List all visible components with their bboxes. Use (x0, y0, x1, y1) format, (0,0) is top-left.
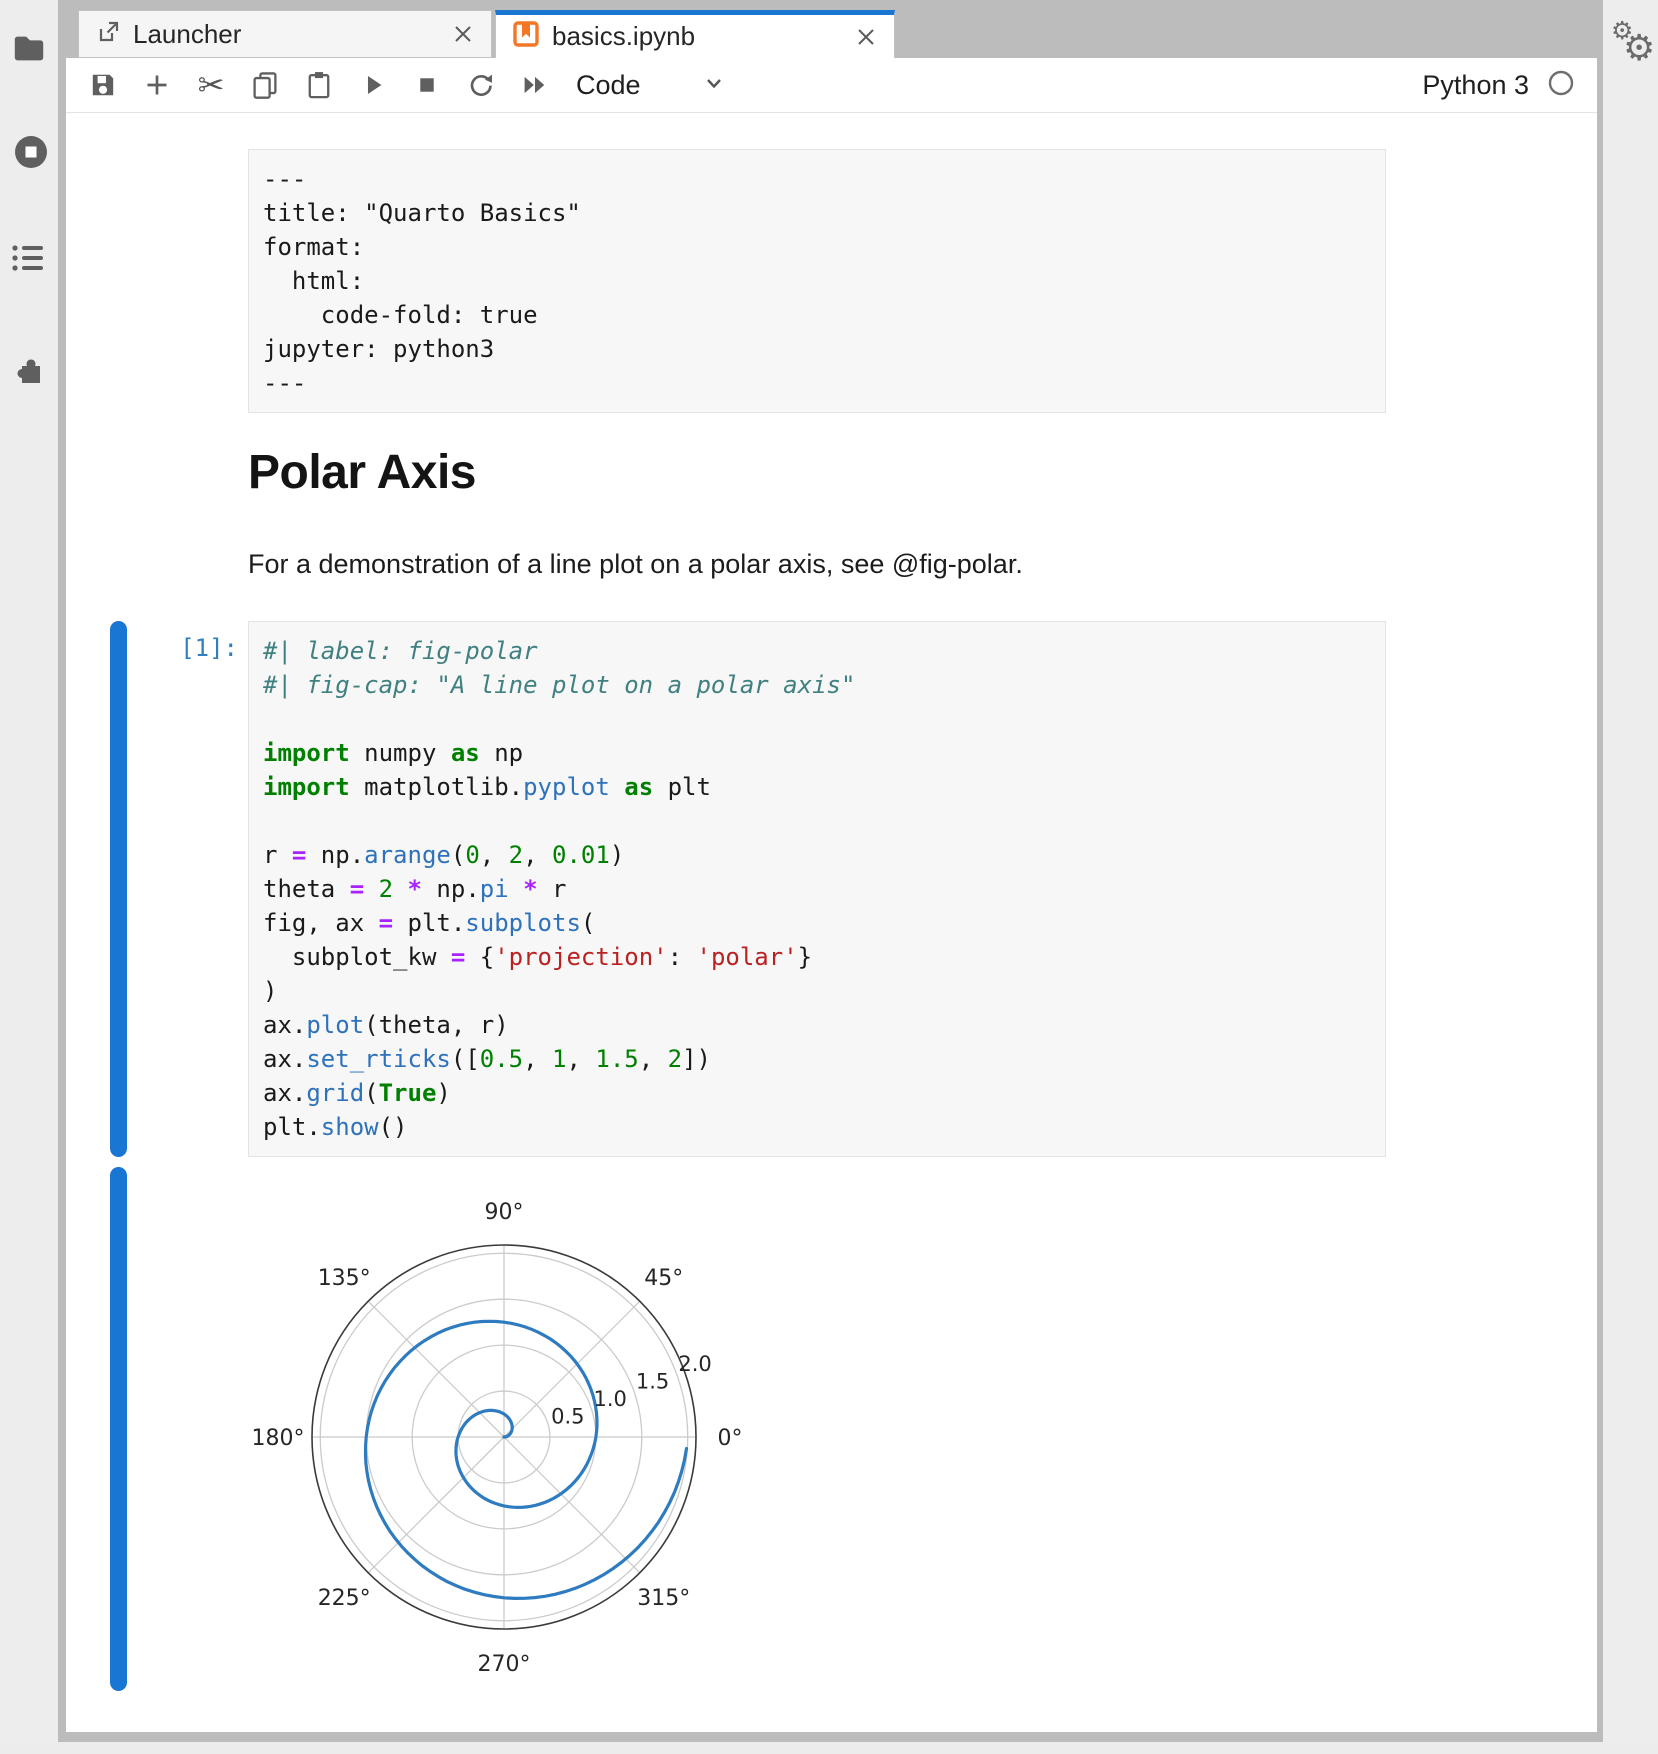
svg-text:225°: 225° (318, 1586, 371, 1611)
launcher-icon (95, 19, 121, 50)
svg-text:45°: 45° (644, 1266, 683, 1291)
right-sidebar: ⚙ ⚙ (1603, 0, 1658, 1742)
markdown-heading: Polar Axis (248, 447, 1597, 499)
restart-run-all-button[interactable] (508, 63, 562, 107)
code-editor[interactable]: #| label: fig-polar#| fig-cap: "A line p… (248, 621, 1386, 1157)
svg-text:180°: 180° (252, 1426, 305, 1451)
copy-cells-button[interactable] (238, 63, 292, 107)
notebook-icon (512, 20, 540, 53)
svg-text:90°: 90° (485, 1200, 524, 1225)
markdown-paragraph: For a demonstration of a line plot on a … (248, 547, 1597, 581)
kernel-indicator[interactable]: Python 3 (1422, 69, 1575, 102)
insert-cell-button[interactable] (130, 63, 184, 107)
tab-launcher[interactable]: Launcher (78, 10, 492, 58)
svg-text:0°: 0° (718, 1426, 743, 1451)
kernel-status-icon (1547, 69, 1575, 102)
tab-bar: Launcher basics.ipynb (66, 10, 1597, 58)
paste-cells-button[interactable] (292, 63, 346, 107)
notebook-content: ---title: "Quarto Basics"format: html: c… (66, 113, 1597, 1732)
execution-prompt: [1]: (127, 621, 248, 1157)
extension-manager-icon[interactable] (11, 352, 47, 393)
polar-plot-output: 0° 45° 90° 135° 180° 225° 270° 315° 0.5 1.0 1.5 2.0 (234, 1167, 774, 1712)
property-inspector-gears-icon[interactable]: ⚙ ⚙ (1603, 0, 1658, 80)
raw-cell: ---title: "Quarto Basics"format: html: c… (66, 149, 1597, 413)
svg-text:1.5: 1.5 (636, 1369, 669, 1393)
run-cell-button[interactable] (346, 63, 400, 107)
status-bar (0, 1742, 1658, 1754)
cell-type-value: Code (576, 70, 641, 101)
save-button[interactable] (76, 63, 130, 107)
running-sessions-icon[interactable] (11, 132, 51, 177)
kernel-name: Python 3 (1422, 70, 1529, 101)
tab-notebook[interactable]: basics.ipynb (495, 10, 895, 58)
input-collapser[interactable] (110, 621, 127, 1157)
svg-text:315°: 315° (637, 1586, 690, 1611)
table-of-contents-icon[interactable] (11, 242, 45, 279)
svg-text:0.5: 0.5 (551, 1405, 584, 1429)
cell-type-dropdown[interactable]: Code (576, 70, 727, 101)
output-cell: 0° 45° 90° 135° 180° 225° 270° 315° 0.5 1.0 1.5 2.0 (66, 1167, 1597, 1712)
cut-cells-button[interactable]: ✂ (184, 63, 238, 107)
svg-text:270°: 270° (478, 1652, 531, 1677)
svg-text:135°: 135° (318, 1266, 371, 1291)
output-collapser[interactable] (110, 1167, 127, 1691)
close-icon[interactable] (451, 22, 475, 46)
main-panel: Launcher basics.ipynb (66, 10, 1597, 1732)
tab-notebook-label: basics.ipynb (552, 21, 695, 52)
notebook-toolbar: ✂ Code (66, 58, 1597, 113)
svg-text:2.0: 2.0 (678, 1352, 711, 1376)
chevron-down-icon (701, 70, 727, 101)
file-browser-icon[interactable] (11, 30, 47, 71)
close-icon[interactable] (854, 25, 878, 49)
code-cell: [1]: #| label: fig-polar#| fig-cap: "A l… (66, 621, 1597, 1157)
interrupt-kernel-button[interactable] (400, 63, 454, 107)
polar-chart: 0° 45° 90° 135° 180° 225° 270° 315° 0.5 1.0 1.5 2.0 (234, 1167, 774, 1707)
restart-kernel-button[interactable] (454, 63, 508, 107)
tab-launcher-label: Launcher (133, 19, 241, 50)
yaml-editor[interactable]: ---title: "Quarto Basics"format: html: c… (248, 149, 1386, 413)
left-activity-bar (0, 0, 58, 1742)
svg-text:1.0: 1.0 (594, 1387, 627, 1411)
